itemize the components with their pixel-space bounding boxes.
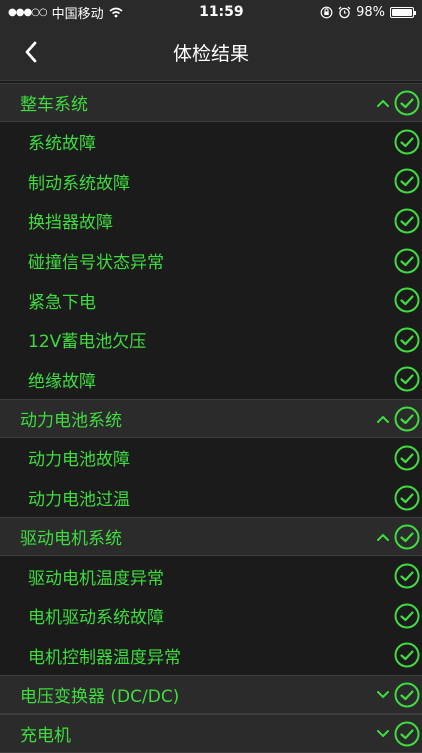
list-item: 驱动电机温度异常 bbox=[0, 556, 422, 596]
check-circle-icon bbox=[394, 168, 420, 194]
section-title: 充电机 bbox=[20, 726, 71, 747]
check-result-list: 整车系统 系统故障 制动系统故障 换挡器故障 碰撞信号状态异常 紧急下电 12V… bbox=[0, 83, 422, 753]
battery-icon bbox=[389, 6, 416, 18]
item-label: 驱动电机温度异常 bbox=[28, 568, 164, 589]
section-header[interactable]: 电压变换器 (DC/DC) bbox=[0, 675, 422, 715]
check-circle-icon bbox=[394, 366, 420, 392]
chevron-up-icon[interactable] bbox=[374, 94, 392, 112]
list-item: 碰撞信号状态异常 bbox=[0, 240, 422, 281]
list-item: 电机控制器温度异常 bbox=[0, 635, 422, 676]
section-header[interactable]: 充电机 bbox=[0, 714, 422, 753]
list-item: 绝缘故障 bbox=[0, 359, 422, 400]
status-left: ●●●○○ 中国移动 bbox=[8, 3, 123, 22]
check-circle-icon bbox=[394, 406, 420, 432]
item-label: 12V蓄电池欠压 bbox=[28, 332, 147, 353]
item-label: 换挡器故障 bbox=[28, 213, 113, 234]
check-circle-icon bbox=[394, 563, 420, 589]
item-label: 电机控制器温度异常 bbox=[28, 647, 181, 668]
section-title: 驱动电机系统 bbox=[20, 529, 122, 550]
check-circle-icon bbox=[394, 90, 420, 115]
list-item: 电机驱动系统故障 bbox=[0, 595, 422, 636]
section-header[interactable]: 驱动电机系统 bbox=[0, 517, 422, 557]
rotation-lock-icon bbox=[320, 6, 333, 18]
list-item: 紧急下电 bbox=[0, 280, 422, 320]
section-header-controls bbox=[374, 524, 422, 550]
list-item: 换挡器故障 bbox=[0, 201, 422, 241]
item-label: 碰撞信号状态异常 bbox=[28, 253, 164, 274]
check-circle-icon bbox=[394, 524, 420, 550]
page-title: 体检结果 bbox=[172, 42, 249, 65]
check-circle-icon bbox=[394, 327, 420, 353]
battery-percent: 98% bbox=[356, 4, 385, 20]
item-label: 制动系统故障 bbox=[28, 173, 130, 194]
alarm-icon bbox=[338, 6, 351, 18]
item-label: 绝缘故障 bbox=[28, 371, 96, 392]
battery-level-fill bbox=[391, 8, 412, 16]
list-item: 12V蓄电池欠压 bbox=[0, 319, 422, 360]
check-circle-icon bbox=[394, 642, 420, 668]
check-circle-icon bbox=[394, 721, 420, 747]
list-item: 制动系统故障 bbox=[0, 161, 422, 202]
list-item: 系统故障 bbox=[0, 122, 422, 162]
section-title: 电压变换器 (DC/DC) bbox=[20, 687, 180, 708]
check-circle-icon bbox=[394, 248, 420, 274]
item-label: 电机驱动系统故障 bbox=[28, 608, 164, 629]
check-circle-icon bbox=[394, 129, 420, 155]
status-right: 98% bbox=[320, 4, 416, 20]
check-circle-icon bbox=[394, 603, 420, 629]
list-item: 动力电池过温 bbox=[0, 477, 422, 518]
signal-strength-icon: ●●●○○ bbox=[8, 6, 48, 18]
section-header-controls bbox=[374, 721, 422, 747]
list-item: 动力电池故障 bbox=[0, 438, 422, 478]
section-header-controls bbox=[374, 406, 422, 432]
check-circle-icon bbox=[394, 485, 420, 511]
check-circle-icon bbox=[394, 445, 420, 471]
section-header[interactable]: 动力电池系统 bbox=[0, 399, 422, 439]
back-arrow-icon[interactable] bbox=[20, 40, 44, 64]
check-circle-icon bbox=[394, 287, 420, 313]
section-header-controls bbox=[374, 90, 422, 116]
section-header-controls bbox=[374, 682, 422, 708]
section-title: 动力电池系统 bbox=[20, 411, 122, 432]
chevron-down-icon[interactable] bbox=[374, 686, 392, 704]
wifi-icon bbox=[109, 7, 123, 17]
status-bar: ●●●○○ 中国移动 11:59 98% bbox=[0, 0, 422, 24]
section-title: 整车系统 bbox=[20, 95, 88, 115]
chevron-up-icon[interactable] bbox=[374, 410, 392, 428]
item-label: 系统故障 bbox=[28, 134, 96, 155]
item-label: 动力电池故障 bbox=[28, 450, 130, 471]
chevron-down-icon[interactable] bbox=[374, 725, 392, 743]
item-label: 动力电池过温 bbox=[28, 490, 130, 511]
clock-time: 11:59 bbox=[199, 4, 244, 20]
carrier-name: 中国移动 bbox=[51, 6, 104, 22]
navigation-bar: 体检结果 bbox=[0, 24, 422, 81]
chevron-up-icon[interactable] bbox=[374, 528, 392, 546]
item-label: 紧急下电 bbox=[28, 292, 96, 313]
check-circle-icon bbox=[394, 682, 420, 708]
check-circle-icon bbox=[394, 208, 420, 234]
section-header[interactable]: 整车系统 bbox=[0, 83, 422, 122]
